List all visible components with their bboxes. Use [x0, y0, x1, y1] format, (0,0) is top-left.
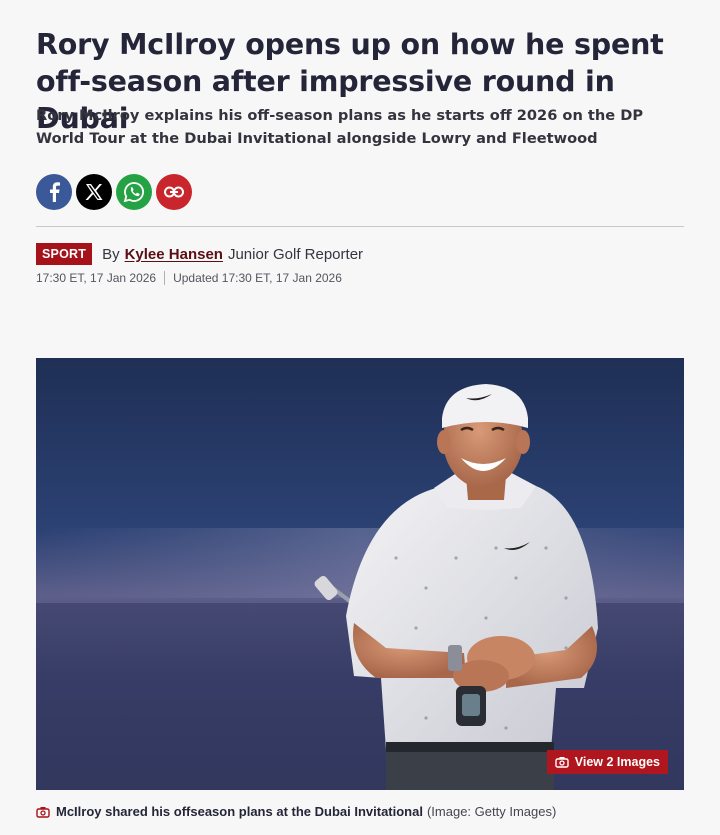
author-role: Junior Golf Reporter [227, 245, 364, 263]
share-whatsapp-button[interactable] [116, 174, 152, 210]
link-icon [164, 186, 184, 198]
published-time: 17:30 ET, 17 Jan 2026 [36, 271, 157, 285]
updated-time: Updated 17:30 ET, 17 Jan 2026 [173, 271, 342, 285]
image-caption: McIlroy shared his offseason plans at th… [36, 804, 684, 819]
author-link[interactable]: Kylee Hansen [125, 246, 223, 263]
section-badge[interactable]: SPORT [36, 243, 93, 265]
share-buttons [36, 174, 192, 210]
divider [36, 226, 684, 227]
golfer-photo [36, 358, 684, 790]
view-images-button[interactable]: View 2 Images [546, 750, 668, 774]
camera-icon [555, 757, 569, 768]
view-images-label: View 2 Images [574, 755, 660, 769]
standfirst: Rory McIlroy explains his off-season pla… [36, 107, 644, 147]
share-facebook-button[interactable] [36, 174, 72, 210]
caption-text: McIlroy shared his offseason plans at th… [56, 804, 423, 819]
share-x-button[interactable] [76, 174, 112, 210]
byline: SPORT By Kylee Hansen Junior Golf Report… [36, 243, 363, 265]
caption-credit: (Image: Getty Images) [426, 804, 557, 819]
timestamp-separator [164, 271, 166, 285]
camera-icon [36, 806, 50, 818]
timestamps: 17:30 ET, 17 Jan 2026 Updated 17:30 ET, … [36, 271, 342, 285]
by-label: By [102, 245, 120, 263]
x-icon [85, 184, 103, 200]
whatsapp-icon [123, 182, 144, 203]
copy-link-button[interactable] [156, 174, 192, 210]
facebook-icon [50, 182, 60, 202]
hero-image[interactable]: View 2 Images [36, 358, 684, 790]
